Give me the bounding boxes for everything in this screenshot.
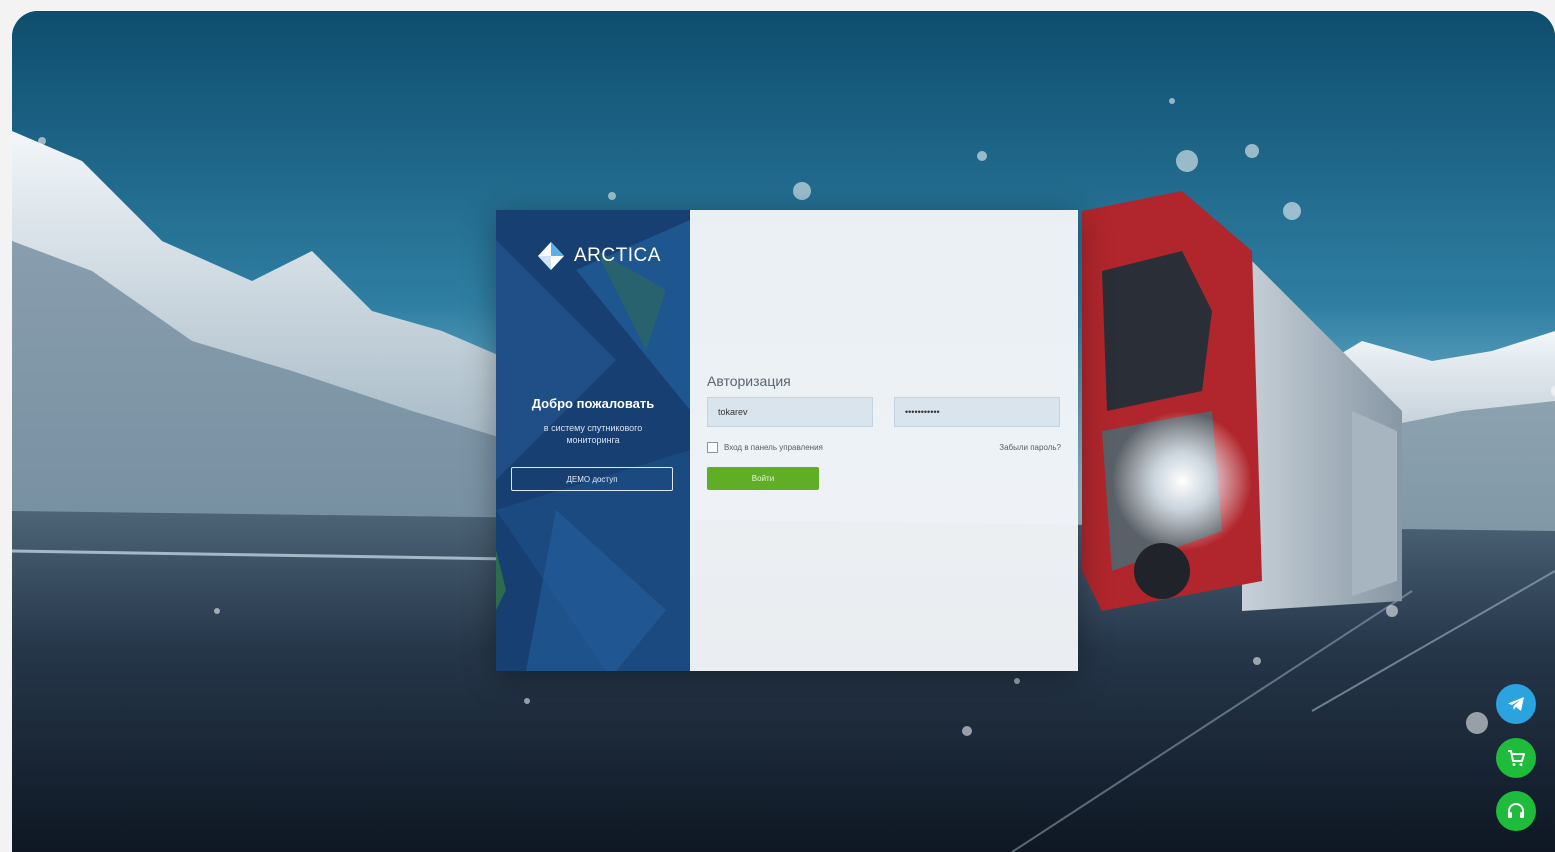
- shop-button[interactable]: [1496, 738, 1536, 778]
- forgot-password-link[interactable]: Забыли пароль?: [999, 443, 1061, 452]
- welcome-title: Добро пожаловать: [531, 396, 655, 411]
- app-frame: ARCTICA Добро пожаловать в систему спутн…: [12, 11, 1555, 852]
- brand-logo[interactable]: ARCTICA: [536, 241, 661, 271]
- login-card: ARCTICA Добро пожаловать в систему спутн…: [496, 210, 1078, 671]
- remember-label: Вход в панель управления: [724, 443, 823, 452]
- welcome-subtitle: в систему спутникового мониторинга: [543, 423, 643, 445]
- remember-checkbox[interactable]: [707, 442, 718, 453]
- telegram-icon: [1508, 697, 1524, 711]
- password-input[interactable]: •••••••••••: [894, 397, 1060, 427]
- remember-option[interactable]: Вход в панель управления: [707, 442, 823, 453]
- cart-icon: [1508, 750, 1525, 766]
- login-input[interactable]: tokarev: [707, 397, 873, 427]
- headset-icon: [1508, 803, 1524, 818]
- auth-panel: Авторизация tokarev ••••••••••• Вход в п…: [690, 210, 1078, 671]
- diamond-logo-icon: [538, 242, 564, 270]
- brand-name: ARCTICA: [574, 245, 661, 266]
- demo-access-button[interactable]: ДЕМО доступ: [511, 467, 673, 491]
- auth-title: Авторизация: [707, 373, 791, 389]
- telegram-button[interactable]: [1496, 684, 1536, 724]
- login-button[interactable]: Войти: [707, 467, 819, 490]
- support-button[interactable]: [1496, 791, 1536, 831]
- welcome-panel: ARCTICA Добро пожаловать в систему спутн…: [496, 210, 690, 671]
